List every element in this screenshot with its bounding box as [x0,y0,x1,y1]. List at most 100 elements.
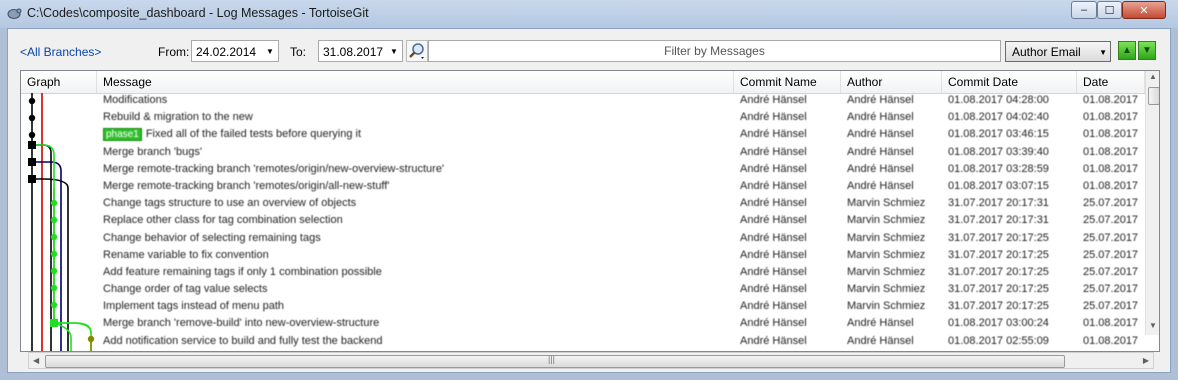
vertical-scroll-thumb[interactable] [1148,87,1159,105]
filter-input[interactable]: Filter by Messages [428,40,1001,62]
cell-text: Add notification service to build and fu… [103,334,383,347]
cell-commit-date: 31.07.2017 20:17:25 [948,232,1076,244]
cell-text: André Hänsel [740,214,807,227]
search-options-button[interactable] [406,40,428,62]
cell-text: 31.07.2017 20:17:31 [948,214,1049,227]
tag-badge: phase1 [103,128,142,142]
log-row[interactable]: Replace other class for tag combination … [21,213,1145,230]
log-row[interactable]: Add notification service to build and fu… [21,334,1145,351]
log-row[interactable]: Merge branch 'bugs' André Hänsel André Hän… [21,145,1145,162]
previous-button[interactable]: ▲ [1118,41,1136,60]
cell-text: Merge branch 'remove-build' into new-ove… [103,317,380,330]
log-row[interactable]: Merge remote-tracking branch 'remotes/or… [21,179,1145,196]
cell-text: André Hänsel [740,231,807,244]
cell-date: 25.07.2017 [1083,249,1145,261]
log-row[interactable]: Implement tags instead of menu path André… [21,299,1145,316]
cell-message: Add feature remaining tags if only 1 com… [103,266,728,278]
minimize-button[interactable]: – [1071,1,1097,19]
log-row[interactable]: phase1 Fixed all of the failed tests befo… [21,127,1145,144]
arrow-up-icon: ▲ [1122,45,1132,56]
column-header-commit-date[interactable]: Commit Date [942,71,1077,93]
cell-commit-name: André Hänsel [740,94,840,106]
cell-text: 31.07.2017 20:17:25 [948,300,1049,313]
scroll-right-icon[interactable]: ▶ [1143,356,1149,365]
filter-field-select[interactable]: Author Email ▼ [1005,41,1111,62]
cell-text: 25.07.2017 [1083,300,1139,313]
log-row[interactable]: Change tags structure to use an overview… [21,196,1145,213]
cell-message: Merge remote-tracking branch 'remotes/or… [103,180,728,192]
column-header-author[interactable]: Author [841,71,942,93]
vertical-scrollbar[interactable]: ▲ ▼ [1145,71,1159,335]
next-button[interactable]: ▼ [1138,41,1156,60]
from-date-picker[interactable]: 24.02.2014 ▼ [191,40,279,62]
cell-text: 01.08.2017 [1083,128,1139,141]
cell-text: 01.08.2017 03:07:15 [948,179,1049,192]
cell-author: André Hänsel [847,111,941,123]
horizontal-scroll-thumb[interactable]: ||| [45,354,1065,368]
cell-text: Replace other class for tag combination … [103,214,343,227]
cell-date: 01.08.2017 [1083,180,1145,192]
log-list[interactable]: Graph Message Commit Name Author Commit … [20,70,1160,352]
log-row[interactable]: Merge remote-tracking branch 'remotes/or… [21,162,1145,179]
scroll-down-icon[interactable]: ▼ [1149,321,1157,330]
cell-date: 25.07.2017 [1083,197,1145,209]
cell-text: Rename variable to fix convention [103,248,269,261]
log-row[interactable]: Rebuild & migration to the new André Häns… [21,110,1145,127]
cell-commit-name: André Hänsel [740,232,840,244]
cell-text: Add feature remaining tags if only 1 com… [103,265,382,278]
close-button[interactable]: ✕ [1122,1,1166,19]
cell-commit-name: André Hänsel [740,180,840,192]
cell-commit-date: 31.07.2017 20:17:25 [948,300,1076,312]
cell-text: André Hänsel [740,128,807,141]
cell-text: André Hänsel [740,145,807,158]
cell-text: 01.08.2017 02:55:09 [948,334,1049,347]
to-date-picker[interactable]: 31.08.2017 ▼ [318,40,403,62]
all-branches-link[interactable]: <All Branches> [20,45,101,59]
grip-icon: ||| [548,354,556,364]
log-row[interactable]: Change behavior of selecting remaining t… [21,231,1145,248]
log-row[interactable]: Change order of tag value selects André H… [21,282,1145,299]
cell-text: 01.08.2017 [1083,145,1139,158]
cell-date: 25.07.2017 [1083,232,1145,244]
log-row[interactable]: Rename variable to fix convention André H… [21,248,1145,265]
cell-text: 01.08.2017 [1083,94,1139,106]
cell-text: Implement tags instead of menu path [103,300,284,313]
cell-text: 01.08.2017 [1083,162,1139,175]
log-row[interactable]: Add feature remaining tags if only 1 com… [21,265,1145,282]
tortoisegit-icon [7,8,22,19]
cell-text: André Hänsel [740,162,807,175]
cell-text: 31.07.2017 20:17:25 [948,231,1049,244]
column-header-date[interactable]: Date [1077,71,1145,93]
cell-commit-name: André Hänsel [740,128,840,140]
column-header-message[interactable]: Message [97,71,734,93]
cell-text: André Hänsel [740,111,807,124]
scroll-up-icon[interactable]: ▲ [1149,72,1157,81]
cell-commit-date: 01.08.2017 03:28:59 [948,163,1076,175]
log-row[interactable]: Merge branch 'remove-build' into new-ove… [21,316,1145,333]
cell-text: 01.08.2017 04:02:40 [948,111,1049,124]
horizontal-scrollbar[interactable]: ◀ ||| ▶ [28,352,1154,369]
chevron-down-icon[interactable]: ▼ [262,41,278,61]
cell-commit-name: André Hänsel [740,163,840,175]
cell-commit-name: André Hänsel [740,197,840,209]
cell-author: André Hänsel [847,180,941,192]
cell-commit-date: 01.08.2017 03:07:15 [948,180,1076,192]
cell-date: 01.08.2017 [1083,317,1145,329]
cell-text: Marvin Schmiez [847,248,926,261]
cell-author: Marvin Schmiez [847,283,941,295]
chevron-down-icon[interactable]: ▼ [386,41,402,61]
column-header-graph[interactable]: Graph [21,71,97,93]
maximize-button[interactable]: ☐ [1097,1,1122,19]
cell-commit-date: 31.07.2017 20:17:25 [948,266,1076,278]
cell-commit-name: André Hänsel [740,300,840,312]
column-header-commit-name[interactable]: Commit Name [734,71,841,93]
cell-author: André Hänsel [847,94,941,106]
cell-text: André Hänsel [847,317,914,330]
cell-text: 31.07.2017 20:17:25 [948,283,1049,296]
log-row[interactable]: Modifications André Hänsel André Hänsel 01.… [21,93,1145,110]
cell-author: André Hänsel [847,128,941,140]
cell-text: André Hänsel [847,145,914,158]
cell-text: André Hänsel [740,179,807,192]
scroll-left-icon[interactable]: ◀ [33,356,39,365]
magnifier-icon [409,43,424,59]
